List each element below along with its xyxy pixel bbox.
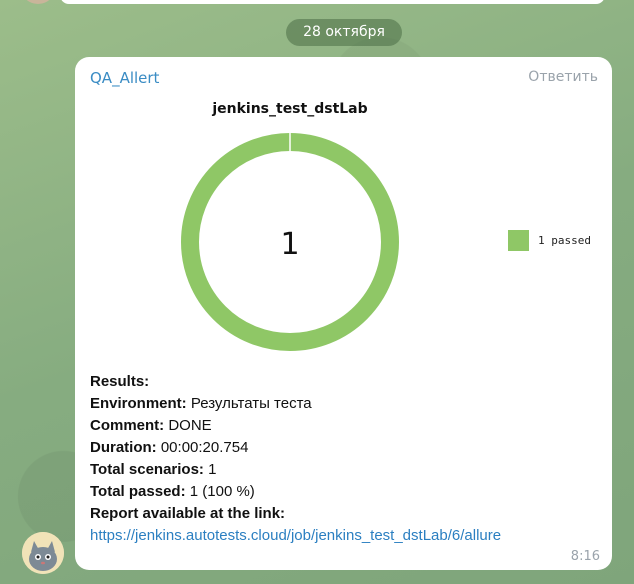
duration-label: Duration: bbox=[90, 439, 157, 456]
results-text: Results: Environment: Результаты теста C… bbox=[90, 371, 605, 547]
report-label: Report available at the link: bbox=[90, 505, 286, 522]
total-passed-label: Total passed: bbox=[90, 483, 186, 500]
message-time: 8:16 bbox=[570, 549, 600, 564]
duration-value: 00:00:20.754 bbox=[160, 439, 249, 456]
sender-avatar[interactable] bbox=[22, 532, 64, 574]
environment-label: Environment: bbox=[90, 395, 187, 412]
previous-message-bubble bbox=[60, 0, 605, 4]
sender-name[interactable]: QA_Allert bbox=[90, 69, 159, 87]
legend-swatch-passed bbox=[508, 230, 529, 251]
total-scenarios-label: Total scenarios: bbox=[90, 461, 204, 478]
chart-legend: 1 passed bbox=[508, 230, 591, 251]
total-passed-value: 1 (100 %) bbox=[189, 483, 255, 500]
report-link[interactable]: https://jenkins.autotests.cloud/job/jenk… bbox=[90, 527, 501, 544]
reply-button[interactable]: Ответить bbox=[528, 69, 598, 85]
date-divider: 28 октября bbox=[286, 19, 402, 46]
message-bubble: QA_Allert Ответить jenkins_test_dstLab 1… bbox=[75, 57, 612, 570]
comment-value: DONE bbox=[168, 417, 212, 434]
comment-label: Comment: bbox=[90, 417, 165, 434]
legend-label-passed: 1 passed bbox=[538, 234, 591, 247]
results-heading: Results: bbox=[90, 373, 150, 390]
donut-chart: 1 bbox=[181, 133, 399, 351]
donut-center-label: 1 bbox=[280, 227, 299, 262]
cat-avatar-icon bbox=[22, 532, 64, 574]
total-scenarios-value: 1 bbox=[208, 461, 217, 478]
chart-title: jenkins_test_dstLab bbox=[212, 101, 368, 117]
environment-value: Результаты теста bbox=[190, 395, 312, 412]
previous-avatar[interactable] bbox=[20, 0, 56, 4]
